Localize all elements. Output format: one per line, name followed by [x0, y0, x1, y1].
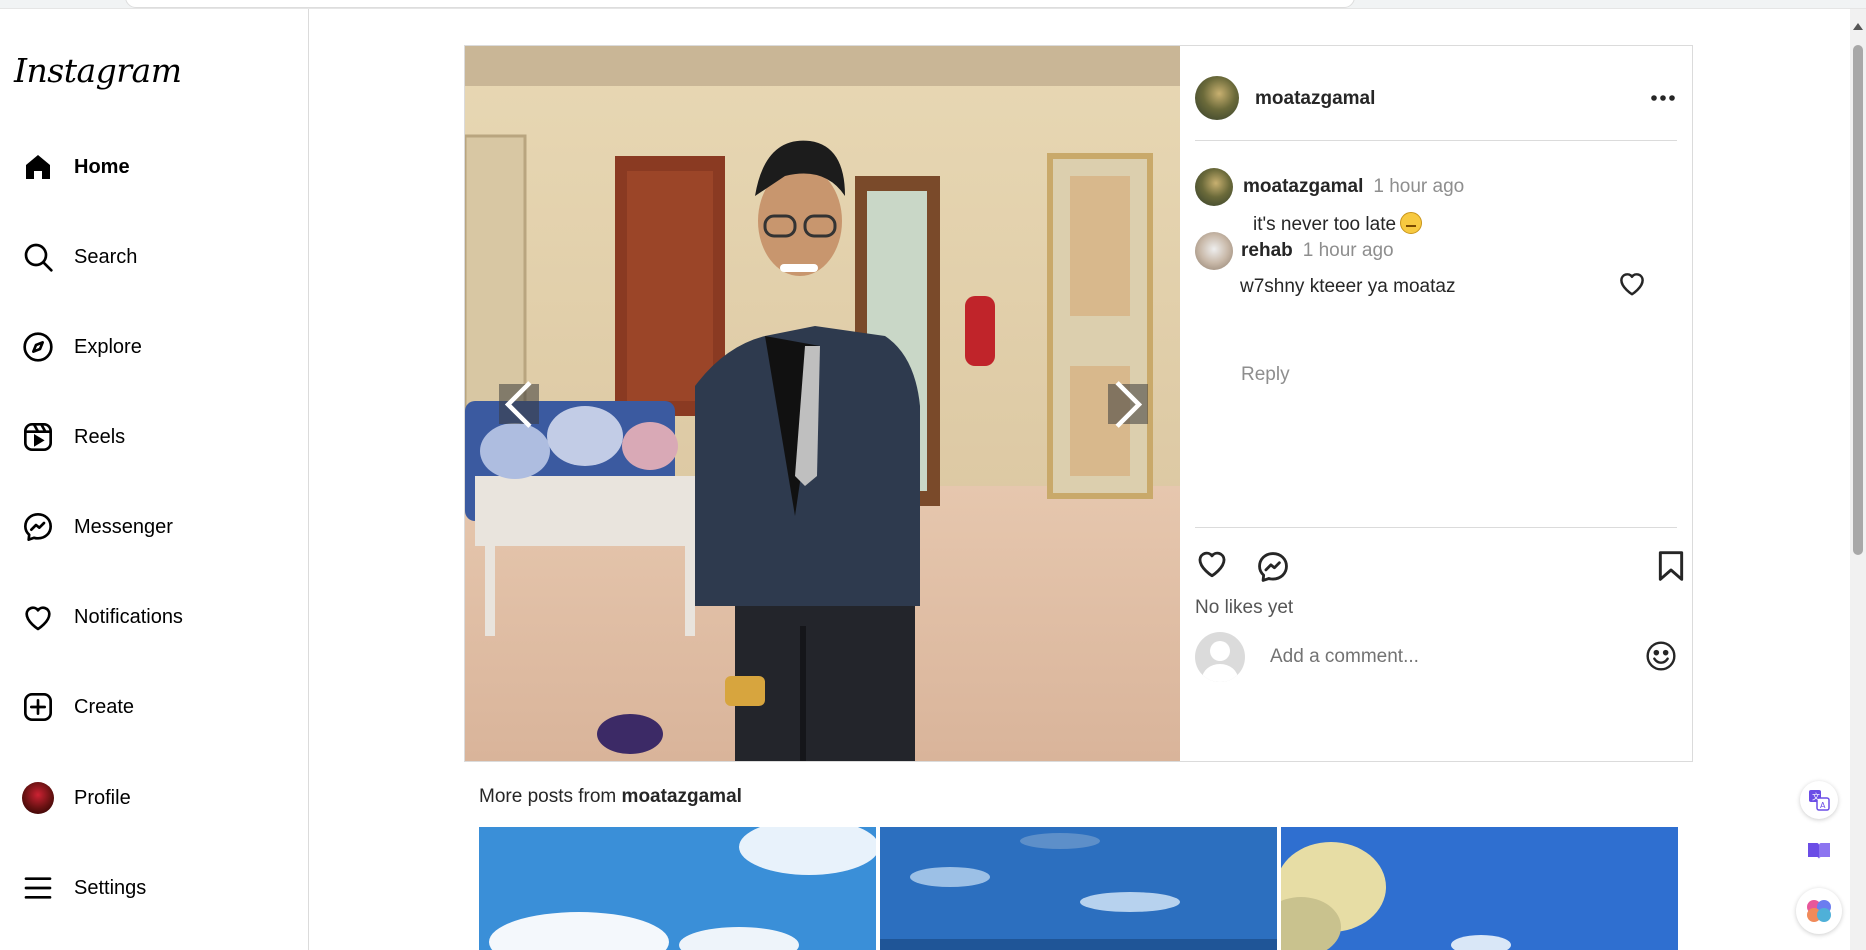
avatar — [1195, 632, 1245, 682]
sidebar-item-label: Explore — [74, 335, 142, 358]
comment-username[interactable]: moatazgamal — [1243, 176, 1363, 198]
sidebar-item-label: Profile — [74, 786, 131, 809]
sidebar-item-label: Notifications — [74, 605, 183, 628]
post-photo[interactable] — [465, 46, 1180, 761]
post-photo-image — [465, 46, 1180, 761]
more-posts-heading: More posts from moatazgamal — [479, 786, 742, 808]
reader-extension-button[interactable] — [1800, 832, 1838, 870]
sidebar-item-search[interactable]: Search — [22, 235, 292, 279]
comment-like-heart-icon[interactable] — [1617, 268, 1647, 298]
instagram-logo[interactable]: Instagram — [14, 51, 182, 90]
sidebar-item-reels[interactable]: Reels — [22, 415, 292, 459]
comment-text: w7shny kteeer ya moataz — [1240, 276, 1456, 297]
more-post-thumbnail[interactable] — [1281, 827, 1678, 950]
brain-icon — [1807, 900, 1831, 922]
post-dialog: moatazgamal moatazgamal 1 hour ago it's … — [464, 45, 1693, 762]
sidebar-item-create[interactable]: Create — [22, 685, 292, 729]
menu-icon — [24, 877, 52, 899]
emoji-smile-icon[interactable] — [1645, 640, 1677, 672]
compass-icon — [23, 332, 53, 362]
divider — [1195, 527, 1677, 528]
messenger-icon — [24, 513, 52, 541]
sidebar-item-profile[interactable]: Profile — [22, 776, 292, 820]
page-scrollbar[interactable] — [1850, 9, 1866, 950]
comment-input[interactable] — [1270, 639, 1630, 675]
avatar — [22, 782, 54, 814]
svg-text:文: 文 — [1812, 792, 1820, 802]
sidebar-item-explore[interactable]: Explore — [22, 325, 292, 369]
comment-item: rehab 1 hour ago w7shny kteeer ya moataz — [1195, 232, 1655, 298]
comment-timestamp: 1 hour ago — [1373, 176, 1465, 197]
previous-photo-button[interactable] — [499, 380, 539, 428]
reels-icon — [24, 423, 52, 451]
sidebar-item-label: Reels — [74, 425, 126, 448]
more-posts-username[interactable]: moatazgamal — [622, 786, 742, 807]
search-icon — [24, 243, 53, 272]
sidebar-item-messenger[interactable]: Messenger — [22, 505, 292, 549]
thumbnail-image — [479, 827, 876, 950]
comment-messenger-icon[interactable] — [1256, 550, 1290, 584]
scrollbar-thumb[interactable] — [1853, 45, 1863, 555]
next-photo-button[interactable] — [1108, 380, 1148, 428]
pensive-face-emoji — [1400, 212, 1423, 234]
sidebar-item-home[interactable]: Home — [22, 145, 292, 189]
sidebar-item-label: Create — [74, 695, 135, 718]
more-posts-prefix: More posts from — [479, 786, 622, 807]
sidebar-item-notifications[interactable]: Notifications — [22, 595, 292, 639]
bookmark-icon[interactable] — [1656, 550, 1686, 582]
chevron-right-icon — [1115, 380, 1143, 428]
more-options-icon[interactable] — [1649, 86, 1677, 110]
book-icon — [1808, 843, 1830, 859]
thumbnail-image — [880, 827, 1277, 950]
svg-text:A: A — [1820, 801, 1826, 810]
like-heart-icon[interactable] — [1195, 546, 1229, 580]
more-post-thumbnail[interactable] — [880, 827, 1277, 950]
plus-square-icon — [24, 693, 52, 721]
translate-extension-button[interactable]: 文A — [1800, 781, 1838, 819]
thumbnail-image — [1281, 827, 1678, 950]
ai-assistant-button[interactable] — [1796, 888, 1842, 934]
scroll-up-arrow-icon[interactable] — [1853, 23, 1863, 30]
home-icon — [26, 155, 50, 179]
reply-button[interactable]: Reply — [1241, 364, 1290, 386]
post-side-panel: moatazgamal moatazgamal 1 hour ago it's … — [1180, 46, 1692, 761]
post-header: moatazgamal — [1195, 76, 1677, 141]
sidebar-item-label: Home — [74, 155, 130, 178]
sidebar-item-settings[interactable]: Settings — [22, 866, 292, 910]
comment-username[interactable]: rehab — [1241, 240, 1293, 262]
avatar[interactable] — [1195, 168, 1233, 206]
translate-icon: 文A — [1809, 790, 1830, 811]
heart-icon — [25, 606, 51, 631]
avatar[interactable] — [1195, 232, 1233, 270]
chevron-left-icon — [504, 380, 532, 428]
comment-timestamp: 1 hour ago — [1302, 240, 1394, 261]
more-post-thumbnail[interactable] — [479, 827, 876, 950]
post-owner-username[interactable]: moatazgamal — [1255, 88, 1375, 110]
address-bar[interactable] — [125, 0, 1355, 8]
add-comment-row — [1195, 631, 1677, 683]
comment-caption: moatazgamal 1 hour ago it's never too la… — [1195, 168, 1655, 236]
likes-count: No likes yet — [1195, 597, 1294, 618]
sidebar-item-label: Settings — [74, 876, 147, 899]
sidebar-item-label: Messenger — [74, 515, 173, 538]
sidebar: Instagram Home Search Explore Reels Mess… — [0, 9, 309, 950]
avatar[interactable] — [1195, 76, 1239, 120]
sidebar-item-label: Search — [74, 245, 138, 268]
browser-chrome — [0, 0, 1866, 9]
